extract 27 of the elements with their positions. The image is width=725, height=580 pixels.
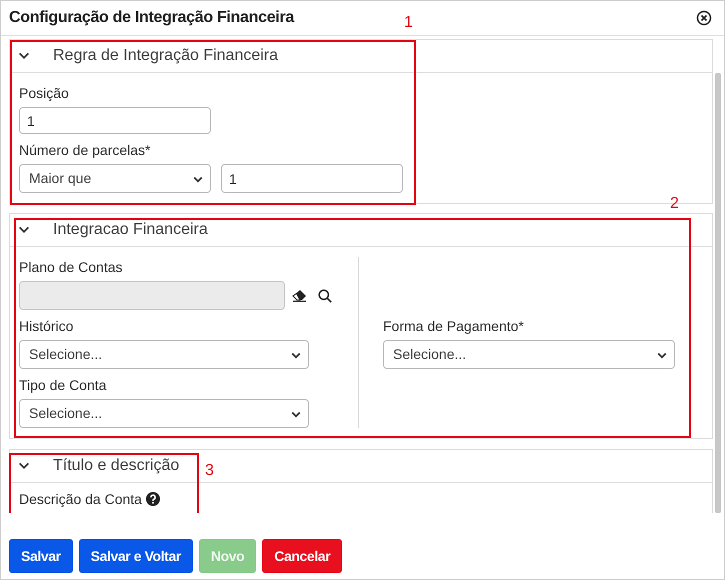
input-field[interactable]: 1 bbox=[19, 107, 211, 134]
field-label: Forma de Pagamento* bbox=[383, 317, 525, 336]
select-field[interactable]: Selecione... bbox=[19, 399, 309, 428]
close-icon[interactable] bbox=[696, 10, 712, 26]
annotation-number: 3 bbox=[205, 461, 214, 481]
field-label: Número de parcelas* bbox=[19, 141, 152, 160]
action-button[interactable]: Salvar bbox=[9, 539, 73, 573]
field-label: Posição bbox=[19, 84, 70, 103]
scrollbar[interactable] bbox=[715, 73, 721, 513]
annotation-number: 2 bbox=[670, 194, 679, 214]
action-button[interactable]: Cancelar bbox=[262, 539, 342, 573]
select-field[interactable]: Selecione... bbox=[19, 340, 309, 369]
window-title: Configuração de Integração Financeira bbox=[9, 8, 294, 28]
field-label: Plano de Contas bbox=[19, 258, 124, 277]
field-label: Descrição da Conta bbox=[19, 490, 142, 509]
select-field[interactable]: Selecione... bbox=[383, 340, 675, 369]
section-header[interactable]: Integracao Financeira bbox=[10, 214, 712, 247]
field-label: Tipo de Conta bbox=[19, 376, 108, 395]
action-button[interactable]: Salvar e Voltar bbox=[78, 539, 193, 573]
field-label: Histórico bbox=[19, 317, 74, 336]
search-icon[interactable] bbox=[318, 288, 332, 302]
help-icon[interactable] bbox=[146, 492, 160, 506]
annotation-number: 1 bbox=[404, 13, 413, 33]
section-header[interactable]: Regra de Integração Financeira bbox=[10, 40, 712, 73]
eraser-icon[interactable] bbox=[292, 289, 307, 302]
select-field[interactable]: Maior que bbox=[19, 164, 211, 193]
input-field[interactable]: 1 bbox=[221, 164, 403, 193]
